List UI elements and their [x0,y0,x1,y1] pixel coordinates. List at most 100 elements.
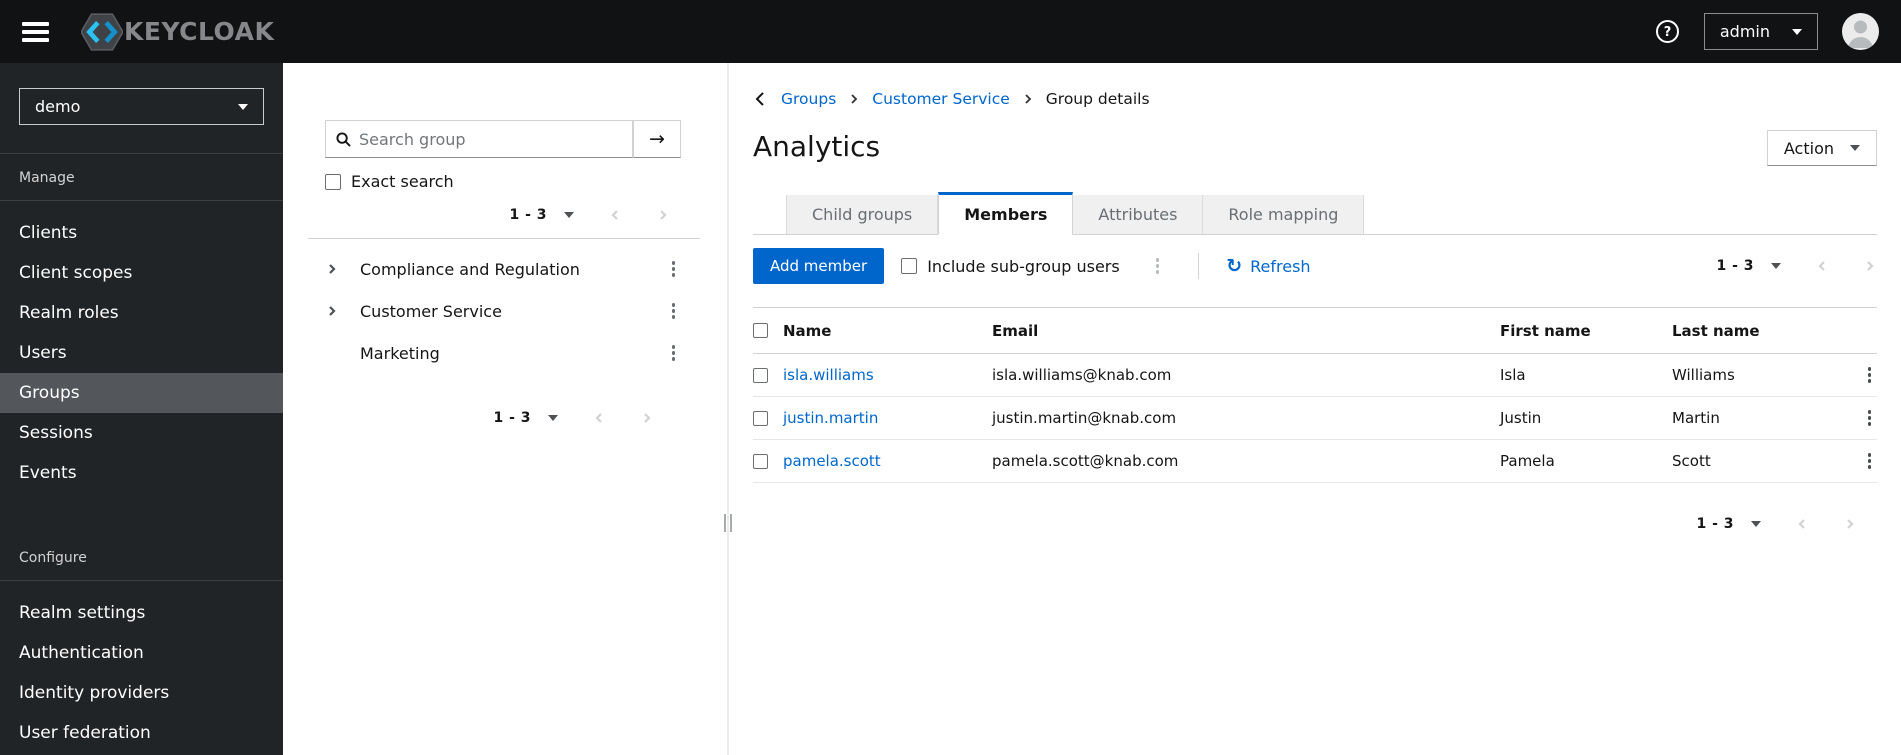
page-title: Analytics [753,130,881,163]
refresh-icon: ↻ [1226,254,1243,277]
member-email: isla.williams@knab.com [992,366,1172,384]
avatar[interactable] [1842,13,1879,50]
previous-page-icon[interactable] [1795,517,1809,531]
tab-child-groups[interactable]: Child groups [786,195,939,234]
table-row: isla.williams isla.williams@knab.com Isl… [753,354,1877,397]
pagination-range: 1 - 3 [493,410,531,426]
group-details-main: Groups Customer Service Group details An… [729,63,1901,755]
include-subgroup-users-checkbox[interactable] [901,258,918,274]
members-toolbar: Add member Include sub-group users ↻ Ref… [753,248,1877,284]
member-name-link[interactable]: justin.martin [783,409,992,427]
next-page-icon[interactable] [640,411,654,425]
refresh-button[interactable]: ↻ Refresh [1226,254,1310,277]
breadcrumb-back-icon[interactable] [753,91,768,107]
realm-name: demo [35,97,81,116]
sidebar-item-authentication[interactable]: Authentication [0,633,283,673]
kebab-menu-icon[interactable] [666,257,682,281]
row-kebab-menu-icon[interactable] [1862,363,1878,387]
previous-page-icon[interactable] [592,411,606,425]
pagination-options-caret-icon[interactable] [564,212,574,218]
group-tree-item[interactable]: Customer Service [283,290,727,332]
member-email: justin.martin@knab.com [992,409,1177,427]
sidebar-item-client-scopes[interactable]: Client scopes [0,253,283,293]
search-group-input[interactable] [359,129,622,149]
brand-text: KEYCLOAK [124,17,275,46]
group-name[interactable]: Customer Service [360,302,502,321]
keycloak-logo[interactable]: KEYCLOAK [81,12,275,51]
sidebar-item-groups[interactable]: Groups [0,373,283,413]
expand-chevron-icon[interactable] [325,304,339,318]
divider [1198,253,1200,279]
tree-pagination-top: 1 - 3 [283,207,670,223]
tree-pagination-bottom: 1 - 3 [283,410,654,426]
splitter-drag-handle[interactable] [724,514,732,532]
masthead: KEYCLOAK ? admin [0,0,1901,63]
pagination-range: 1 - 3 [1696,516,1734,532]
breadcrumb-link-customer-service[interactable]: Customer Service [872,90,1010,108]
column-header-email: Email [992,321,1039,340]
row-kebab-menu-icon[interactable] [1862,449,1878,473]
next-page-icon[interactable] [656,208,670,222]
sidebar-item-realm-settings[interactable]: Realm settings [0,593,283,633]
pagination-options-caret-icon[interactable] [548,415,558,421]
breadcrumb-separator-icon [849,93,859,105]
expand-chevron-icon[interactable] [325,262,339,276]
help-icon[interactable]: ? [1655,19,1680,44]
group-tree-item[interactable]: Compliance and Regulation [283,248,727,290]
tab-members[interactable]: Members [938,192,1074,235]
tab-role-mapping[interactable]: Role mapping [1203,195,1365,234]
chevron-down-icon [1850,145,1860,151]
sidebar-item-sessions[interactable]: Sessions [0,413,283,453]
member-first-name: Isla [1500,366,1526,384]
member-last-name: Williams [1672,366,1735,384]
next-page-icon[interactable] [1843,517,1857,531]
exact-search-checkbox[interactable] [325,173,341,190]
username: admin [1719,22,1770,41]
sidebar-item-events[interactable]: Events [0,453,283,493]
member-first-name: Pamela [1500,452,1555,470]
member-last-name: Martin [1672,409,1720,427]
sidebar-item-clients[interactable]: Clients [0,213,283,253]
pagination-options-caret-icon[interactable] [1751,521,1761,527]
action-label: Action [1783,138,1834,158]
row-kebab-menu-icon[interactable] [1862,406,1878,430]
previous-page-icon[interactable] [608,208,622,222]
table-row: justin.martin justin.martin@knab.com Jus… [753,397,1877,440]
member-name-link[interactable]: pamela.scott [783,452,992,470]
add-member-button[interactable]: Add member [753,248,885,284]
table-row: pamela.scott pamela.scott@knab.com Pamel… [753,440,1877,483]
row-checkbox[interactable] [753,410,768,426]
group-tree-panel: → Exact search 1 - 3 Compliance and Regu… [283,63,727,755]
hamburger-menu-icon[interactable] [22,21,49,42]
row-checkbox[interactable] [753,453,768,469]
breadcrumb-link-groups[interactable]: Groups [781,90,836,108]
next-page-icon[interactable] [1863,259,1877,273]
select-all-checkbox[interactable] [753,323,768,338]
group-name[interactable]: Compliance and Regulation [360,260,580,279]
tab-attributes[interactable]: Attributes [1073,195,1204,234]
group-name[interactable]: Marketing [360,344,440,363]
svg-text:?: ? [1664,25,1672,40]
member-first-name: Justin [1500,409,1542,427]
row-checkbox[interactable] [753,367,768,383]
realm-selector[interactable]: demo [19,88,264,125]
member-name-link[interactable]: isla.williams [783,366,992,384]
table-header-row: Name Email First name Last name [753,308,1877,354]
user-dropdown[interactable]: admin [1703,13,1818,50]
sidebar: demo Manage Clients Client scopes Realm … [0,63,283,755]
sidebar-item-users[interactable]: Users [0,333,283,373]
members-pagination-top: 1 - 3 [1716,258,1877,274]
divider [308,238,700,239]
search-submit-button[interactable]: → [633,120,681,158]
sidebar-item-user-federation[interactable]: User federation [0,713,283,753]
group-tree-item[interactable]: Marketing [283,332,727,374]
sidebar-item-identity-providers[interactable]: Identity providers [0,673,283,713]
toolbar-kebab-menu-icon[interactable] [1150,254,1166,278]
kebab-menu-icon[interactable] [666,299,682,323]
breadcrumb: Groups Customer Service Group details [753,90,1877,108]
previous-page-icon[interactable] [1815,259,1829,273]
kebab-menu-icon[interactable] [666,341,682,365]
pagination-options-caret-icon[interactable] [1771,263,1781,269]
action-dropdown[interactable]: Action [1766,130,1877,166]
sidebar-item-realm-roles[interactable]: Realm roles [0,293,283,333]
